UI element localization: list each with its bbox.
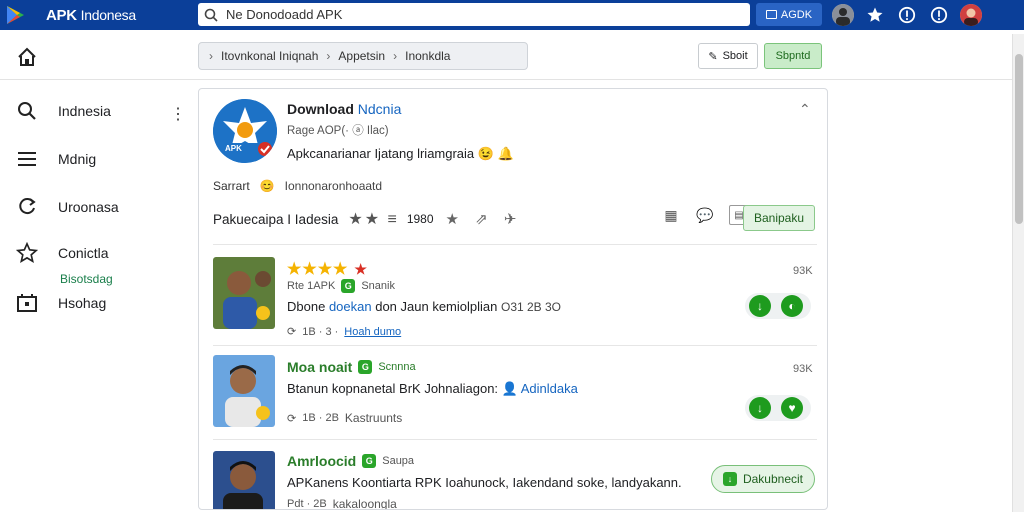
rating-tools-icons[interactable]: ★ ⇗ ✈ — [446, 210, 523, 228]
short-button[interactable]: ✎ Sboit — [698, 43, 758, 69]
emoji-icon: 😉 — [477, 146, 494, 161]
rating-count: 1980 — [406, 212, 434, 226]
app-meta: Rage AOP(· ⓐ Ilac) — [287, 125, 389, 137]
sidebar-item-indnesia[interactable]: Indnesia — [16, 100, 111, 122]
sidebar-item-conictla[interactable]: Conictla — [16, 242, 109, 264]
download-icon: ↓ — [749, 397, 771, 419]
brand-title[interactable]: APK Indonesa — [46, 7, 136, 24]
app-title: Download Ndcnia — [287, 101, 402, 117]
image-icon — [765, 10, 777, 19]
scrollbar-thumb[interactable] — [1015, 54, 1023, 224]
app-card: APK Download Ndcnia Rage AOP(· ⓐ Ilac) A… — [198, 88, 828, 510]
refresh-icon: ⟳ — [287, 326, 297, 338]
breadcrumb-item[interactable]: Itovnkonal Iniqnah — [221, 49, 318, 63]
divider — [213, 244, 817, 245]
search-input[interactable]: Ne Donodoadd APK — [226, 7, 342, 22]
download-icon: ↓ — [749, 295, 771, 317]
search-icon — [204, 8, 218, 22]
chevron-right-icon: › — [209, 49, 213, 63]
edit-icon: ✎ — [708, 50, 718, 63]
info-icon[interactable] — [928, 4, 950, 26]
app-logo[interactable]: APK — [213, 99, 277, 163]
top-bar: APK Indonesa Ne Donodoadd APK AGDK — [0, 0, 1024, 30]
app-description: Apkcanarianar Ijatang lriamgraia 😉 🔔 — [287, 146, 514, 161]
review-meta: ⟳ 1B · 2B Kastruunts — [287, 411, 403, 425]
star-icon[interactable] — [864, 4, 886, 26]
refresh-icon — [19, 198, 36, 215]
review-title: Moa noait G Scnnna — [287, 359, 416, 375]
review-text: Dbone doekan don Jaun kemiolplian O31 2B… — [287, 299, 562, 314]
chevron-right-icon: › — [326, 49, 331, 63]
info-icon[interactable] — [896, 4, 918, 26]
google-badge-icon: G — [341, 279, 356, 293]
divider — [213, 439, 817, 440]
promo-button[interactable]: AGDK — [756, 3, 822, 26]
breadcrumb-item[interactable]: Appetsin — [338, 49, 385, 63]
download-toggle[interactable]: ↓ ♥ — [745, 395, 811, 421]
google-badge-icon: G — [362, 454, 377, 468]
user-photo — [213, 355, 275, 427]
profile-avatar[interactable] — [960, 4, 982, 26]
shield-icon: ♥ — [781, 397, 803, 419]
file-size: 93K — [793, 265, 813, 277]
search-bar[interactable]: Ne Donodoadd APK — [198, 3, 750, 26]
user-photo — [213, 257, 275, 329]
chevron-right-icon: › — [393, 49, 398, 63]
scrollbar[interactable] — [1012, 34, 1024, 512]
review-meta: Pdt · 2B kakaloongla — [287, 497, 397, 510]
list-item[interactable]: Amrloocid G Saupa APKanens Koontiarta RPK … — [213, 451, 817, 510]
download-icon: ↓ — [722, 472, 737, 486]
bell-icon: 🔔 — [497, 146, 514, 161]
review-text: Btanun kopnanetal BrK Johnaliagon: 👤 Adi… — [287, 381, 578, 396]
action-button[interactable]: Banipaku — [743, 205, 815, 231]
review-subline: Rte 1APK G Snanik — [287, 279, 395, 293]
home-icon[interactable] — [16, 46, 38, 68]
sidebar-sub-link[interactable]: Bisotsdag — [60, 272, 113, 286]
download-toggle[interactable]: ↓ ◐ — [745, 293, 811, 319]
sidebar-item-mdnig[interactable]: Mdnig — [16, 148, 96, 170]
sidebar-item-uroonasa[interactable]: Uroonasa — [16, 196, 119, 218]
file-size: 93K — [793, 363, 813, 375]
rating-label: Pakuecaipa I Iadesia — [213, 211, 339, 227]
sidebar-item-hsohag[interactable]: Hsohag — [16, 292, 106, 314]
refresh-icon: ⟳ — [287, 412, 297, 425]
share-row: Sarrart 😊 Ionnonaronhoaatd — [213, 179, 383, 193]
breadcrumb-item[interactable]: Inonkdla — [405, 49, 450, 63]
list-item[interactable]: Moa noait G Scnnna Btanun kopnanetal BrK J… — [213, 355, 817, 435]
person-icon[interactable] — [832, 4, 854, 26]
google-badge-icon: G — [358, 360, 373, 374]
star-outline-icon — [16, 242, 38, 263]
review-stars: ★★★★ ★ — [287, 260, 367, 279]
grid-icon[interactable]: ▦ — [661, 205, 681, 225]
review-meta: ⟳ 1B · 3 · Hoah dumo — [287, 325, 402, 339]
play-logo-icon[interactable] — [0, 0, 30, 30]
review-link[interactable]: Hoah dumo — [344, 326, 401, 338]
chevron-up-icon[interactable]: ⌃ — [799, 101, 811, 118]
user-photo — [213, 451, 275, 509]
more-options-icon[interactable]: ⋮ — [170, 104, 186, 124]
download-button[interactable]: ↓ Dakubnecit — [711, 465, 815, 493]
review-text: APKanens Koontiarta RPK Ioahunock, Iaken… — [287, 475, 682, 490]
profile-icon: 👤 — [501, 381, 518, 396]
list-icon — [18, 152, 36, 166]
media-icon — [17, 294, 37, 312]
emoji-icon: 😊 — [259, 179, 275, 193]
list-item[interactable]: ★★★★ ★ Rte 1APK G Snanik Dbone doekan don J… — [213, 257, 817, 339]
chat-icon[interactable]: 💬 — [695, 205, 715, 225]
loading-icon: ◐ — [781, 295, 803, 317]
review-title: Amrloocid G Saupa — [287, 453, 415, 469]
svg-text:APK: APK — [225, 144, 242, 153]
search-icon — [18, 102, 36, 120]
card-tools: ▦ 💬 ▤ — [661, 205, 749, 225]
submit-button[interactable]: Sbpntd — [764, 43, 822, 69]
breadcrumb: › Itovnkonal Iniqnah › Appetsin › Inonkd… — [198, 42, 528, 70]
divider — [213, 345, 817, 346]
rating-stars-icon: ★★ ≡ — [348, 211, 399, 228]
toolbar: › Itovnkonal Iniqnah › Appetsin › Inonkd… — [0, 34, 1012, 80]
